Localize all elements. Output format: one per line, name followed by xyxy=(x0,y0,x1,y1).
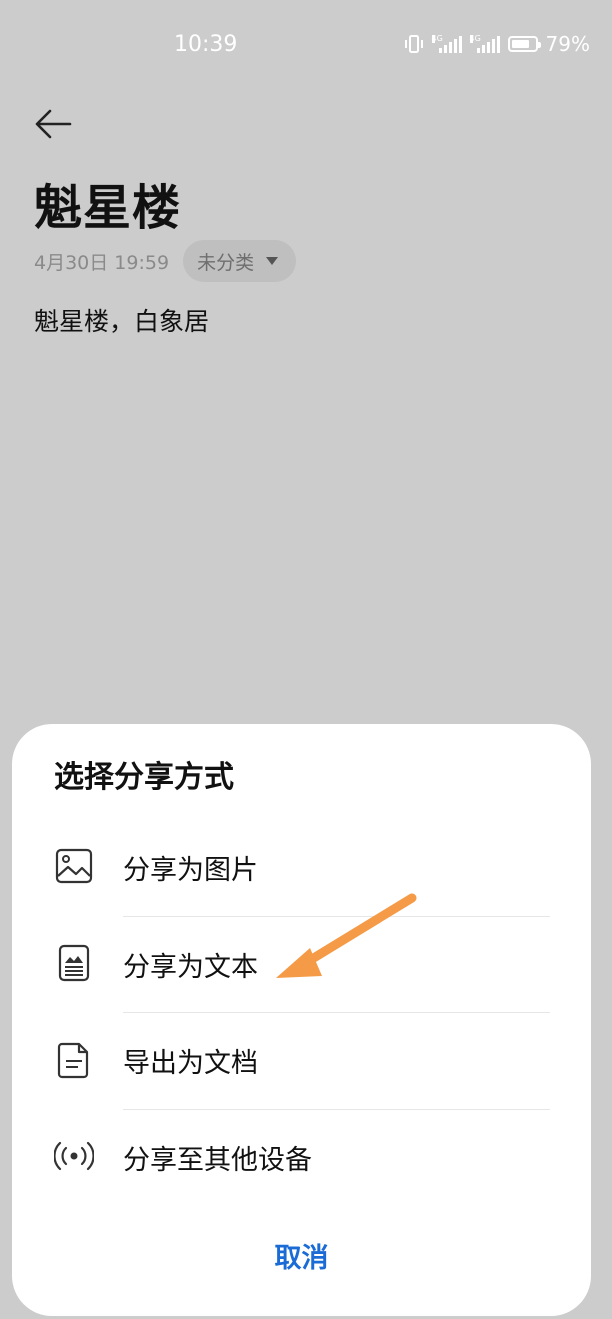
battery-percent: 79% xyxy=(545,32,590,56)
status-indicators: 4G 4G 79% xyxy=(404,32,590,56)
signal-icon-2: 4G xyxy=(469,35,500,53)
note-title[interactable]: 魁星楼 xyxy=(34,168,181,238)
category-dropdown[interactable]: 未分类 xyxy=(183,240,297,282)
status-bar: 10:39 4G 4G 79% xyxy=(0,0,612,90)
note-body[interactable]: 魁星楼，白象居 xyxy=(34,302,209,338)
signal-icon-1: 4G xyxy=(431,35,462,53)
vibrate-icon xyxy=(404,35,423,53)
status-time: 10:39 xyxy=(174,32,238,57)
cancel-button[interactable]: 取消 xyxy=(12,1220,591,1290)
text-document-icon xyxy=(58,944,90,982)
back-arrow-icon[interactable] xyxy=(30,100,78,148)
battery-icon xyxy=(507,36,541,52)
battery-fill xyxy=(511,40,529,48)
broadcast-icon xyxy=(54,1141,94,1171)
note-meta: 4月30日 19:59 未分类 xyxy=(34,240,297,282)
share-to-other-devices-label: 分享至其他设备 xyxy=(123,1145,312,1176)
share-as-text-option[interactable]: 分享为文本 xyxy=(12,917,591,1013)
category-label: 未分类 xyxy=(197,251,255,274)
share-to-other-devices-option[interactable]: 分享至其他设备 xyxy=(12,1110,591,1206)
note-date: 4月30日 19:59 xyxy=(34,251,170,274)
export-as-document-option[interactable]: 导出为文档 xyxy=(12,1013,591,1109)
dropdown-triangle-icon xyxy=(266,257,279,265)
share-as-text-label: 分享为文本 xyxy=(123,952,258,983)
share-as-image-option[interactable]: 分享为图片 xyxy=(12,820,591,916)
image-icon xyxy=(55,848,93,884)
share-sheet-title: 选择分享方式 xyxy=(54,760,234,795)
share-as-image-label: 分享为图片 xyxy=(123,855,258,886)
file-icon xyxy=(57,1042,89,1079)
export-as-document-label: 导出为文档 xyxy=(123,1048,258,1079)
share-sheet: 选择分享方式 分享为图片 分享为文本 导出为文档 分享至其他设备 取消 xyxy=(12,724,591,1316)
